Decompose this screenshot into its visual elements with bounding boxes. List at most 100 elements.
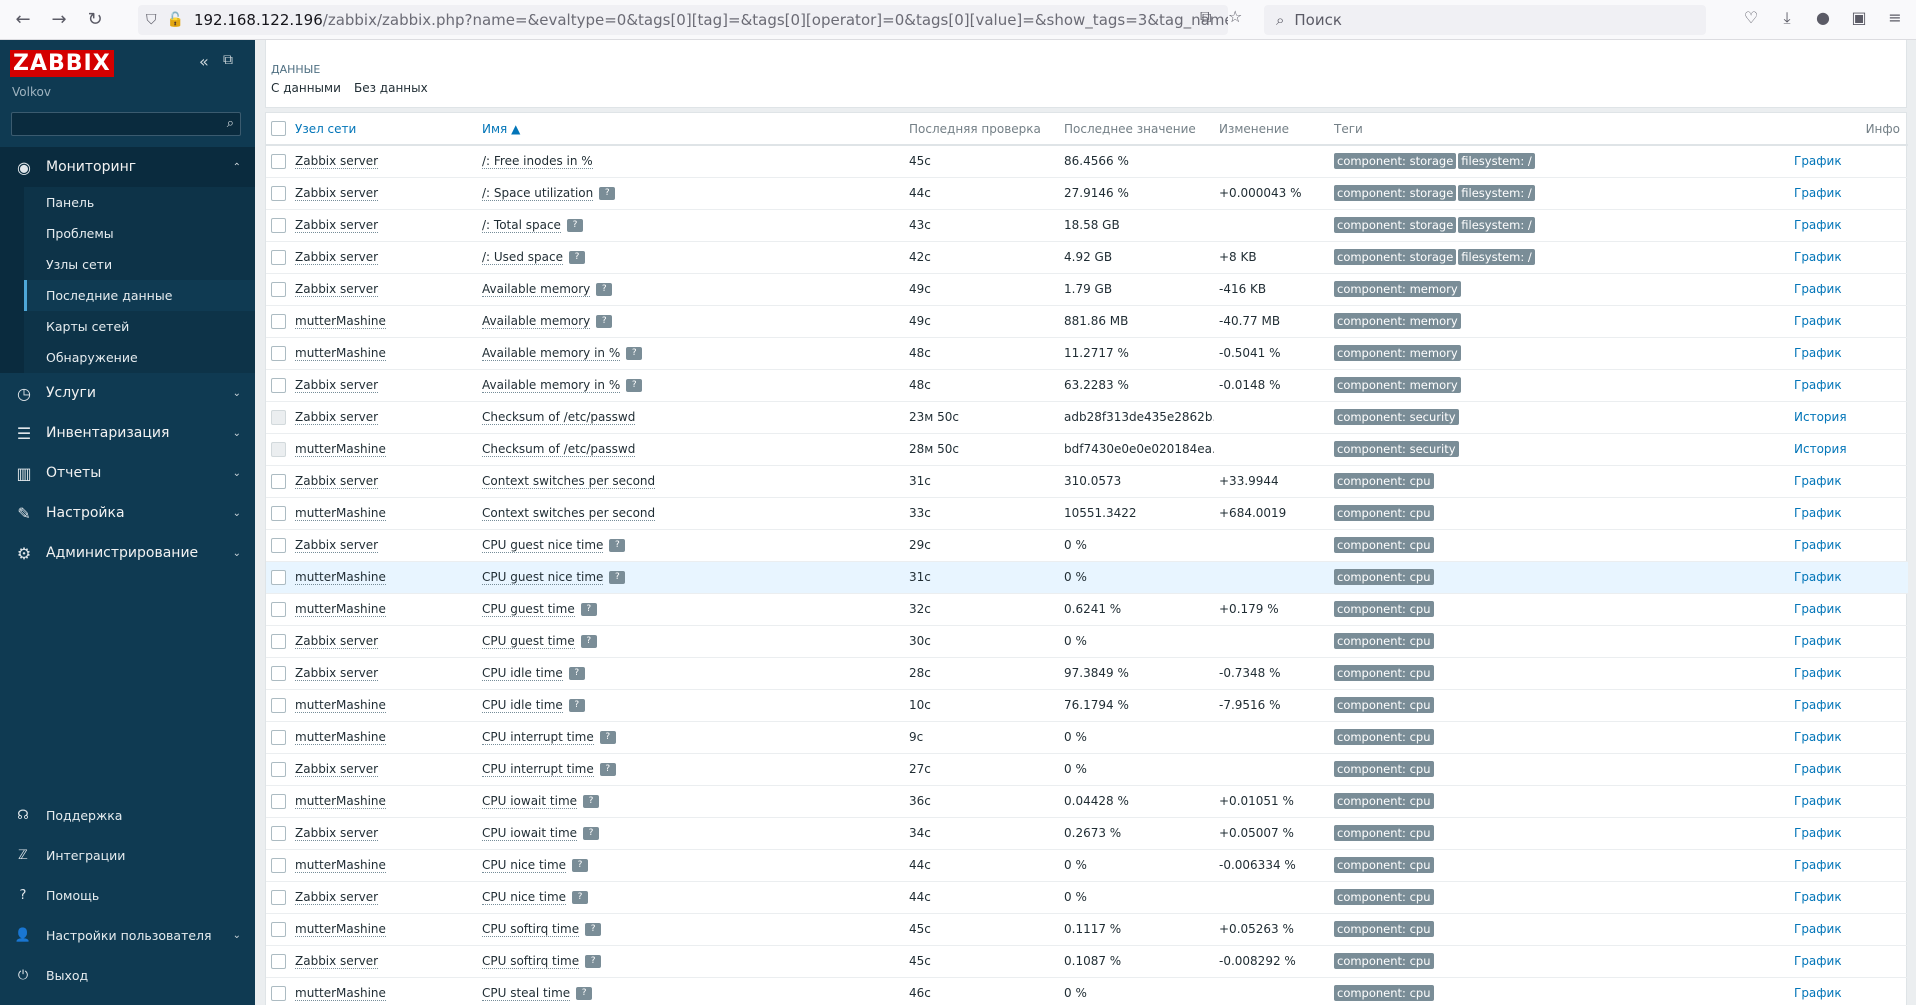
- item-name-link[interactable]: Context switches per second: [482, 474, 656, 489]
- row-checkbox[interactable]: [271, 569, 286, 585]
- row-checkbox[interactable]: [271, 857, 286, 873]
- filter-without-data-radio[interactable]: Без данных: [354, 81, 428, 95]
- host-link[interactable]: Zabbix server: [295, 282, 379, 297]
- host-link[interactable]: mutterMashine: [295, 730, 386, 745]
- graph-link[interactable]: График: [1794, 346, 1842, 360]
- host-link[interactable]: Zabbix server: [295, 890, 379, 905]
- item-name-link[interactable]: Checksum of /etc/passwd: [482, 410, 636, 425]
- tag-badge[interactable]: component: cpu: [1334, 665, 1434, 681]
- graph-link[interactable]: График: [1794, 538, 1842, 552]
- tag-badge[interactable]: component: cpu: [1334, 857, 1434, 873]
- address-bar[interactable]: ⛉ 🔓 192.168.122.196/zabbix/zabbix.php?na…: [138, 5, 1228, 35]
- tag-badge[interactable]: component: cpu: [1334, 825, 1434, 841]
- item-description-icon[interactable]: ?: [585, 955, 602, 968]
- item-description-icon[interactable]: ?: [572, 891, 589, 904]
- tag-badge[interactable]: component: cpu: [1334, 473, 1434, 489]
- graph-link[interactable]: График: [1794, 986, 1842, 1000]
- tag-badge[interactable]: filesystem: /: [1458, 185, 1535, 201]
- item-name-link[interactable]: /: Space utilization: [482, 186, 594, 201]
- item-description-icon[interactable]: ?: [585, 923, 602, 936]
- tag-badge[interactable]: component: memory: [1334, 377, 1461, 393]
- tag-badge[interactable]: component: memory: [1334, 313, 1461, 329]
- item-name-link[interactable]: CPU guest nice time: [482, 570, 604, 585]
- item-description-icon[interactable]: ?: [580, 635, 597, 648]
- tag-badge[interactable]: component: storage: [1334, 217, 1457, 233]
- host-link[interactable]: mutterMashine: [295, 442, 386, 457]
- item-name-link[interactable]: CPU nice time: [482, 858, 567, 873]
- menu-administration[interactable]: ⚙ Администрирование ⌄: [0, 533, 255, 573]
- host-link[interactable]: mutterMashine: [295, 602, 386, 617]
- tag-badge[interactable]: filesystem: /: [1458, 153, 1535, 170]
- item-name-link[interactable]: Available memory: [482, 314, 591, 329]
- sidebar-search-input[interactable]: ⌕: [11, 112, 241, 136]
- item-description-icon[interactable]: ?: [583, 795, 600, 808]
- host-link[interactable]: mutterMashine: [295, 506, 386, 521]
- host-link[interactable]: mutterMashine: [295, 794, 386, 809]
- tag-badge[interactable]: component: cpu: [1334, 985, 1434, 1001]
- graph-link[interactable]: График: [1794, 794, 1842, 808]
- graph-link[interactable]: График: [1794, 474, 1842, 488]
- item-name-link[interactable]: /: Free inodes in %: [482, 154, 593, 170]
- graph-link[interactable]: График: [1794, 634, 1842, 648]
- host-link[interactable]: Zabbix server: [295, 410, 379, 425]
- graph-link[interactable]: График: [1794, 698, 1842, 712]
- submenu-maps[interactable]: Карты сетей: [24, 311, 255, 342]
- tag-badge[interactable]: component: memory: [1334, 345, 1461, 361]
- collapse-sidebar-icon[interactable]: «: [199, 52, 209, 71]
- menu-reports[interactable]: ▥ Отчеты ⌄: [0, 453, 255, 493]
- row-checkbox[interactable]: [271, 665, 286, 681]
- tag-badge[interactable]: component: cpu: [1334, 921, 1434, 937]
- account-icon[interactable]: ●: [1812, 8, 1834, 30]
- item-name-link[interactable]: CPU iowait time: [482, 826, 578, 841]
- host-link[interactable]: mutterMashine: [295, 698, 386, 713]
- item-name-link[interactable]: CPU idle time: [482, 698, 563, 713]
- row-checkbox[interactable]: [271, 505, 286, 521]
- item-name-link[interactable]: CPU interrupt time: [482, 730, 594, 745]
- graph-link[interactable]: График: [1794, 922, 1842, 936]
- row-checkbox[interactable]: [271, 153, 286, 169]
- tag-badge[interactable]: component: cpu: [1334, 761, 1434, 777]
- row-checkbox[interactable]: [271, 761, 286, 777]
- graph-link[interactable]: График: [1794, 826, 1842, 840]
- item-name-link[interactable]: CPU softirq time: [482, 922, 580, 937]
- tag-badge[interactable]: component: cpu: [1334, 601, 1434, 617]
- item-description-icon[interactable]: ?: [568, 699, 585, 712]
- row-checkbox[interactable]: [271, 313, 286, 329]
- host-link[interactable]: Zabbix server: [295, 634, 379, 649]
- item-description-icon[interactable]: ?: [580, 603, 597, 616]
- tag-badge[interactable]: filesystem: /: [1458, 217, 1535, 233]
- item-name-link[interactable]: CPU softirq time: [482, 954, 580, 969]
- graph-link[interactable]: График: [1794, 762, 1842, 776]
- graph-link[interactable]: История: [1794, 410, 1847, 424]
- row-checkbox[interactable]: [271, 985, 286, 1001]
- extension-icon[interactable]: ▣: [1848, 8, 1870, 30]
- menu-sign-out[interactable]: ⏻ Выход: [0, 955, 255, 995]
- submenu-problems[interactable]: Проблемы: [24, 218, 255, 249]
- kiosk-mode-icon[interactable]: ⧉: [223, 52, 233, 68]
- tag-badge[interactable]: component: cpu: [1334, 633, 1434, 649]
- graph-link[interactable]: График: [1794, 954, 1842, 968]
- item-description-icon[interactable]: ?: [599, 731, 616, 744]
- item-description-icon[interactable]: ?: [599, 187, 616, 200]
- host-link[interactable]: Zabbix server: [295, 154, 379, 170]
- item-description-icon[interactable]: ?: [626, 379, 643, 392]
- row-checkbox[interactable]: [271, 825, 286, 841]
- graph-link[interactable]: График: [1794, 154, 1842, 168]
- graph-link[interactable]: График: [1794, 218, 1842, 232]
- reload-icon[interactable]: ↻: [82, 7, 108, 33]
- row-checkbox[interactable]: [271, 633, 286, 649]
- graph-link[interactable]: График: [1794, 378, 1842, 392]
- item-description-icon[interactable]: ?: [609, 539, 626, 552]
- row-checkbox[interactable]: [271, 889, 286, 905]
- filter-with-data-radio[interactable]: С данными: [271, 81, 341, 95]
- download-icon[interactable]: ⤓: [1776, 8, 1798, 30]
- row-checkbox[interactable]: [271, 729, 286, 745]
- menu-user-settings[interactable]: 👤 Настройки пользователя ⌄: [0, 915, 255, 955]
- host-link[interactable]: Zabbix server: [295, 250, 379, 265]
- row-checkbox[interactable]: [271, 345, 286, 361]
- forward-icon[interactable]: →: [46, 7, 72, 33]
- item-description-icon[interactable]: ?: [596, 315, 613, 328]
- host-link[interactable]: mutterMashine: [295, 858, 386, 873]
- host-link[interactable]: Zabbix server: [295, 666, 379, 681]
- item-description-icon[interactable]: ?: [596, 283, 613, 296]
